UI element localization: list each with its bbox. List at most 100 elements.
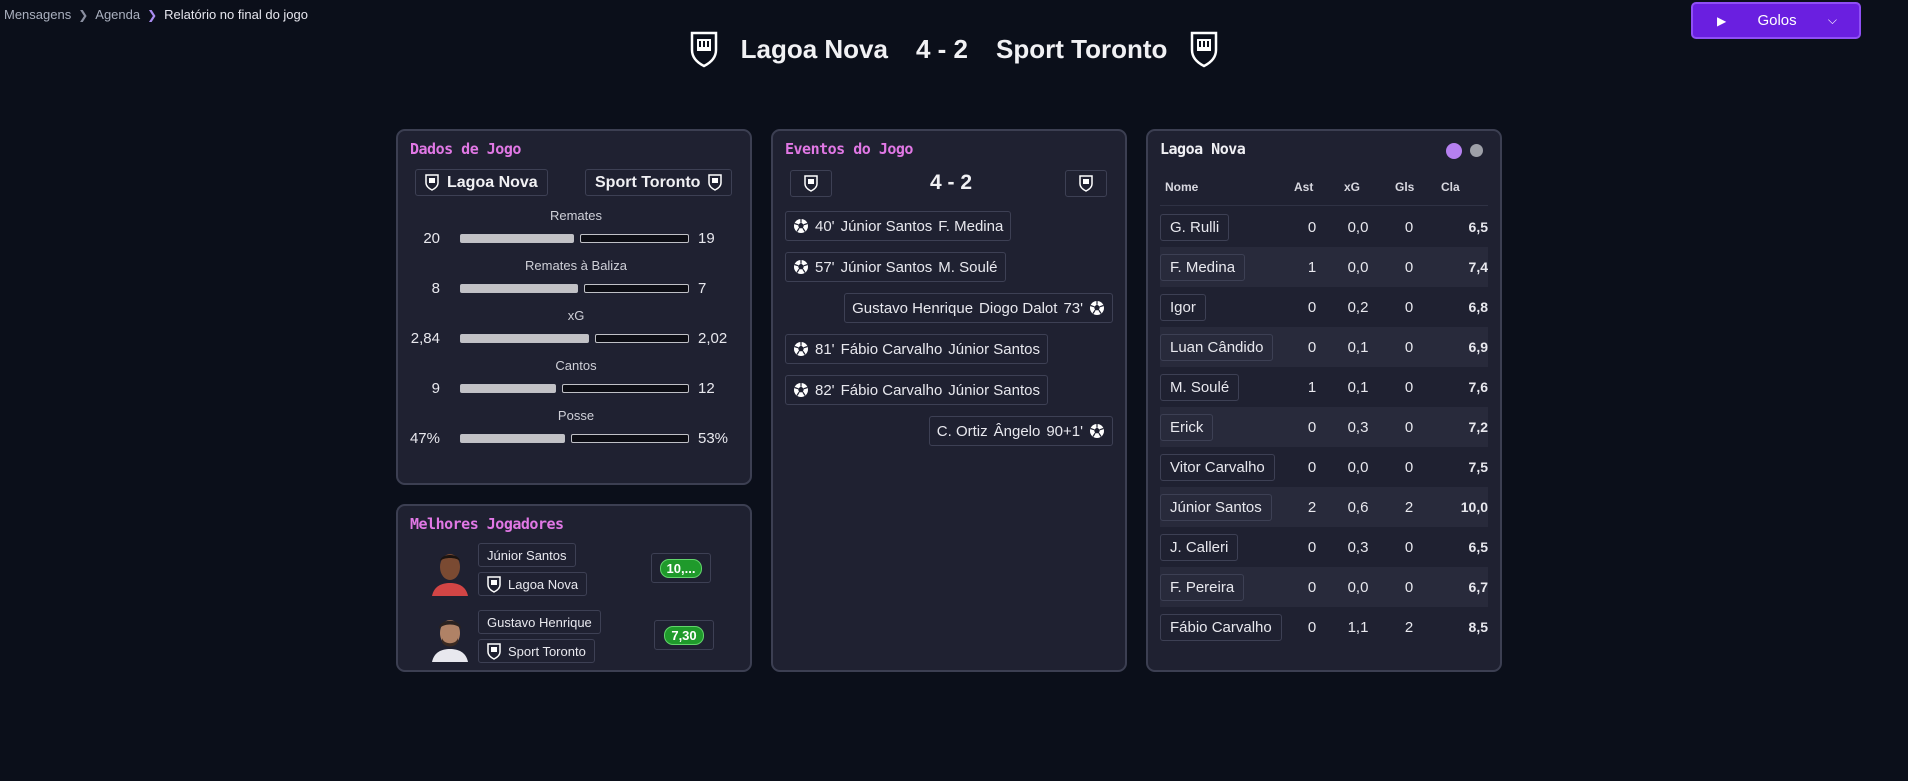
stat-home-bar — [460, 434, 565, 443]
table-row[interactable]: M. Soulé 1 0,1 0 7,6 — [1160, 367, 1488, 407]
cell-ast: 1 — [1307, 379, 1317, 396]
goal-event-home[interactable]: 57' Júnior Santos M. Soulé — [785, 252, 1006, 282]
shield-crest-icon — [1079, 175, 1093, 192]
goal-event-home[interactable]: 40' Júnior Santos F. Medina — [785, 211, 1012, 241]
player-name-chip[interactable]: F. Medina — [1160, 254, 1246, 281]
goal-event-home[interactable]: 81' Fábio Carvalho Júnior Santos — [785, 334, 1049, 364]
player-name-chip[interactable]: Júnior Santos — [1160, 494, 1272, 521]
event-minute: 73' — [1063, 299, 1083, 317]
cell-cla: 10,0 — [1460, 499, 1488, 515]
table-row[interactable]: Fábio Carvalho 0 1,1 2 8,5 — [1160, 607, 1488, 647]
event-scorer: Júnior Santos — [840, 258, 933, 276]
column-header-ast[interactable]: Ast — [1294, 180, 1313, 194]
cell-xg: 0,3 — [1347, 419, 1369, 436]
rating-badge: 7,30 — [664, 625, 704, 645]
event-scorer: Ângelo — [993, 422, 1041, 440]
stat-home-bar — [460, 384, 556, 393]
shield-crest-icon — [1191, 31, 1218, 68]
team-name: Lagoa Nova — [447, 173, 538, 191]
player-rating: 7,30 — [654, 620, 714, 650]
team-name: Sport Toronto — [595, 173, 701, 191]
table-row[interactable]: Júnior Santos 2 0,6 2 10,0 — [1160, 487, 1488, 527]
cell-ast: 0 — [1307, 219, 1317, 236]
stat-away-value: 7 — [698, 280, 707, 297]
stat-away-bar — [580, 234, 689, 243]
page-indicator-dot[interactable] — [1470, 144, 1483, 157]
home-team-name: Lagoa Nova — [740, 33, 888, 64]
stat-away-bar — [595, 334, 689, 343]
player-team-chip[interactable]: Sport Toronto — [478, 639, 595, 663]
goal-event-home[interactable]: 82' Fábio Carvalho Júnior Santos — [785, 375, 1049, 405]
match-header: Lagoa Nova 4 - 2 Sport Toronto — [0, 30, 1908, 68]
cell-ast: 0 — [1307, 419, 1317, 436]
stat-away-value: 2,02 — [698, 330, 728, 347]
cell-ast: 2 — [1307, 499, 1317, 516]
table-row[interactable]: G. Rulli 0 0,0 0 6,5 — [1160, 207, 1488, 247]
cell-gls: 2 — [1404, 499, 1414, 516]
player-name-chip[interactable]: Júnior Santos — [478, 543, 576, 567]
event-minute: 90+1' — [1046, 422, 1083, 440]
cell-gls: 0 — [1404, 459, 1414, 476]
player-name-chip[interactable]: M. Soulé — [1160, 374, 1240, 401]
table-row[interactable]: Vitor Carvalho 0 0,0 0 7,5 — [1160, 447, 1488, 487]
event-assist: Gustavo Henrique — [852, 299, 974, 317]
player-name-chip[interactable]: F. Pereira — [1160, 574, 1245, 601]
page-indicator-dot-active[interactable] — [1446, 143, 1462, 159]
column-header-gls[interactable]: Gls — [1395, 180, 1414, 194]
breadcrumb-item-mensagens[interactable]: Mensagens — [4, 7, 71, 22]
player-name: Júnior Santos — [487, 547, 567, 563]
player-name-chip[interactable]: G. Rulli — [1160, 214, 1230, 241]
goal-event-away[interactable]: C. Ortiz Ângelo 90+1' — [928, 416, 1113, 446]
cell-xg: 1,1 — [1347, 619, 1369, 636]
chevron-down-icon: ⌵ — [1827, 13, 1837, 27]
away-team-chip[interactable]: Sport Toronto — [585, 169, 733, 196]
stat-label: Posse — [557, 408, 595, 423]
football-icon — [794, 342, 808, 356]
cell-gls: 0 — [1404, 539, 1414, 556]
home-team-chip[interactable]: Lagoa Nova — [415, 169, 548, 196]
event-minute: 82' — [815, 381, 835, 399]
stat-away-bar — [562, 384, 689, 393]
player-name-chip[interactable]: Fábio Carvalho — [1160, 614, 1282, 641]
player-name-chip[interactable]: Erick — [1160, 414, 1214, 441]
away-crest-box — [1065, 170, 1107, 197]
stat-away-value: 53% — [698, 430, 729, 447]
cell-gls: 0 — [1404, 419, 1414, 436]
event-minute: 57' — [815, 258, 835, 276]
breadcrumb: Mensagens ❯ Agenda ❯ Relatório no final … — [4, 7, 308, 22]
table-row[interactable]: F. Pereira 0 0,0 0 6,7 — [1160, 567, 1488, 607]
stat-label: xG — [567, 308, 585, 323]
table-row[interactable]: F. Medina 1 0,0 0 7,4 — [1160, 247, 1488, 287]
column-header-nome[interactable]: Nome — [1165, 180, 1198, 194]
cell-ast: 0 — [1307, 579, 1317, 596]
player-name-chip[interactable]: Igor — [1160, 294, 1206, 321]
stat-away-value: 12 — [698, 380, 715, 397]
player-name: Gustavo Henrique — [487, 614, 592, 630]
golos-button-label: Golos — [1757, 12, 1797, 29]
match-stats-panel: Dados de Jogo Lagoa Nova Sport Toronto R… — [396, 129, 752, 485]
table-row[interactable]: Igor 0 0,2 0 6,8 — [1160, 287, 1488, 327]
football-icon — [1090, 424, 1104, 438]
breadcrumb-item-agenda[interactable]: Agenda — [95, 7, 140, 22]
player-name-chip[interactable]: Gustavo Henrique — [478, 610, 601, 634]
table-row[interactable]: J. Calleri 0 0,3 0 6,5 — [1160, 527, 1488, 567]
rating-badge: 10,... — [659, 558, 703, 578]
event-minute: 40' — [815, 217, 835, 235]
cell-ast: 0 — [1307, 299, 1317, 316]
player-name-chip[interactable]: Luan Cândido — [1160, 334, 1274, 361]
cell-xg: 0,2 — [1347, 299, 1369, 316]
column-header-cla[interactable]: Cla — [1441, 180, 1460, 194]
event-scorer: Júnior Santos — [840, 217, 933, 235]
table-row[interactable]: Erick 0 0,3 0 7,2 — [1160, 407, 1488, 447]
table-row[interactable]: Luan Cândido 0 0,1 0 6,9 — [1160, 327, 1488, 367]
goal-event-away[interactable]: Gustavo Henrique Diogo Dalot 73' — [844, 293, 1113, 323]
event-assist: Júnior Santos — [948, 381, 1041, 399]
shield-crest-icon — [487, 642, 501, 660]
column-header-xg[interactable]: xG — [1344, 180, 1360, 194]
player-team-chip[interactable]: Lagoa Nova — [478, 572, 588, 596]
cell-gls: 0 — [1404, 579, 1414, 596]
player-name-chip[interactable]: Vitor Carvalho — [1160, 454, 1275, 481]
cell-gls: 0 — [1404, 339, 1414, 356]
player-name-chip[interactable]: J. Calleri — [1160, 534, 1239, 561]
best-players-panel: Melhores Jogadores Júnior Santos Lagoa N… — [396, 504, 752, 672]
